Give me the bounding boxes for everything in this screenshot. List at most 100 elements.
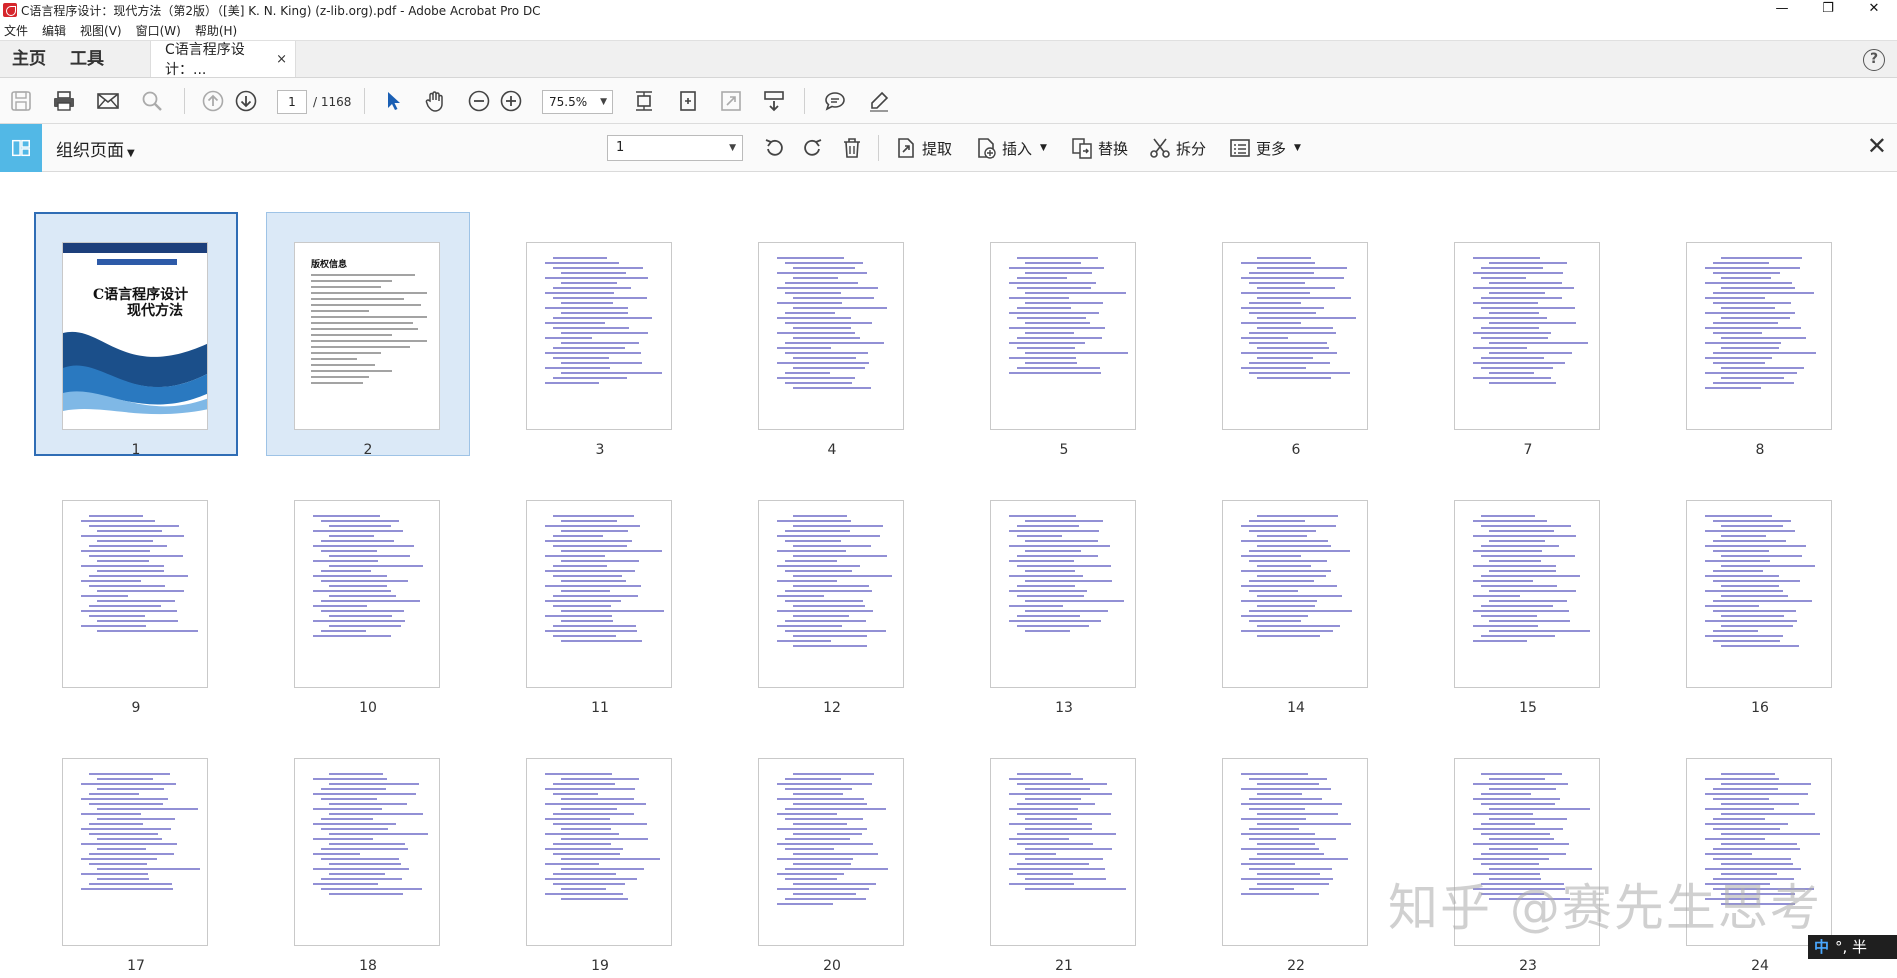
close-tab-icon[interactable]: × [276, 52, 287, 67]
rotate-left-icon[interactable] [762, 136, 790, 160]
page-thumbnails-grid: C语言程序设计 现代方法 1 版权信息 2 3 4 5 6 7 8 9 10 11 12 13 14 15 16 17… [0, 172, 1897, 978]
menu-window[interactable]: 窗口(W) [136, 22, 181, 39]
rotate-view-icon[interactable] [676, 89, 700, 113]
caret-down-icon: ▼ [1040, 143, 1047, 153]
caret-down-icon: ▼ [127, 148, 135, 159]
caret-down-icon: ▼ [1294, 143, 1301, 153]
ime-indicator[interactable]: 中 °, 半 [1808, 935, 1897, 959]
zoom-in-icon[interactable] [499, 89, 523, 113]
toc-text-lines [1473, 257, 1588, 387]
menu-file[interactable]: 文件 [4, 22, 28, 39]
page-preview [1222, 758, 1368, 946]
close-window-button[interactable]: ✕ [1851, 0, 1897, 20]
page-number-label: 24 [1751, 958, 1769, 974]
replace-button[interactable]: 替换 [1070, 136, 1128, 160]
toolbar-divider [364, 88, 365, 114]
scissors-icon [1150, 138, 1170, 158]
acrobat-logo-icon [3, 3, 17, 17]
save-icon[interactable] [9, 89, 33, 113]
comment-icon[interactable] [823, 89, 847, 113]
page-preview [1222, 242, 1368, 430]
page-number-label: 3 [595, 442, 605, 458]
chevron-down-icon: ▼ [600, 97, 607, 107]
menu-edit[interactable]: 编辑 [42, 22, 66, 39]
toolbar-divider [878, 135, 879, 161]
page-preview [990, 500, 1136, 688]
window-title: C语言程序设计：现代方法（第2版）（[美] K. N. King) (z-lib… [21, 3, 541, 18]
page-number-label: 15 [1519, 700, 1537, 716]
toolbar-divider [804, 88, 805, 114]
cover-wave-graphic [63, 331, 207, 415]
page-number-label: 1 [131, 442, 141, 458]
split-button[interactable]: 拆分 [1148, 136, 1206, 160]
page-number-label: 21 [1055, 958, 1073, 974]
delete-trash-icon[interactable] [840, 136, 868, 160]
page-number-input[interactable]: 1 [277, 90, 307, 114]
cover-series-bar [97, 259, 177, 265]
next-page-icon[interactable] [234, 89, 258, 113]
rotate-right-icon[interactable] [801, 136, 829, 160]
scroll-mode-icon[interactable] [762, 89, 786, 113]
extract-label: 提取 [922, 139, 953, 158]
page-preview [62, 500, 208, 688]
email-icon[interactable] [96, 89, 120, 113]
more-button[interactable]: 更多 ▼ [1228, 136, 1301, 160]
toc-text-lines [777, 515, 892, 650]
fit-page-icon[interactable] [632, 89, 656, 113]
maximize-button[interactable]: ❐ [1805, 0, 1851, 20]
copyright-heading: 版权信息 [311, 260, 348, 270]
highlight-pen-icon[interactable] [867, 89, 891, 113]
page-preview: 版权信息 [294, 242, 440, 430]
full-screen-icon[interactable] [719, 89, 743, 113]
tab-document[interactable]: C语言程序设计：... × [150, 41, 296, 78]
insert-label: 插入 [1002, 139, 1033, 158]
zoom-select[interactable]: 75.5% ▼ [542, 90, 613, 114]
menu-view[interactable]: 视图(V) [80, 22, 122, 39]
close-organize-icon[interactable]: ✕ [1867, 134, 1887, 158]
chevron-down-icon: ▼ [729, 143, 736, 153]
page-range-select[interactable]: 1 ▼ [607, 135, 743, 161]
page-preview [990, 758, 1136, 946]
toc-text-lines [1009, 257, 1129, 377]
extract-button[interactable]: 提取 [894, 136, 952, 160]
toc-text-lines [777, 773, 889, 908]
page-preview [526, 758, 672, 946]
page-number-label: 4 [827, 442, 837, 458]
page-number-label: 10 [359, 700, 377, 716]
toc-text-lines [1241, 515, 1353, 640]
select-cursor-icon[interactable] [381, 89, 405, 113]
toc-text-lines [81, 773, 201, 893]
print-icon[interactable] [52, 89, 76, 113]
window-controls: — ❐ ✕ [1759, 0, 1897, 20]
toc-text-lines [1705, 515, 1817, 650]
help-icon[interactable]: ? [1863, 49, 1885, 71]
minimize-button[interactable]: — [1759, 0, 1805, 20]
ime-mode: °, 半 [1835, 938, 1868, 956]
previous-page-icon[interactable] [201, 89, 225, 113]
organize-pages-icon[interactable] [0, 124, 42, 172]
toc-text-lines [545, 515, 665, 645]
page-number-label: 18 [359, 958, 377, 974]
menu-help[interactable]: 帮助(H) [195, 22, 237, 39]
toc-text-lines [1241, 257, 1356, 382]
page-number-label: 22 [1287, 958, 1305, 974]
insert-button[interactable]: 插入 ▼ [974, 136, 1047, 160]
toc-text-lines [545, 257, 662, 387]
page-preview [62, 758, 208, 946]
page-preview [1686, 500, 1832, 688]
hand-tool-icon[interactable] [423, 89, 447, 113]
page-number-label: 20 [823, 958, 841, 974]
zoom-out-icon[interactable] [467, 89, 491, 113]
search-icon[interactable] [140, 89, 164, 113]
toc-text-lines [1009, 773, 1126, 893]
tab-home[interactable]: 主页 [0, 41, 58, 77]
page-number-label: 7 [1523, 442, 1533, 458]
organize-pages-title[interactable]: 组织页面 ▼ [56, 136, 135, 161]
toc-text-lines [81, 515, 198, 635]
toc-text-lines [545, 773, 660, 903]
main-toolbar: 1 / 1168 75.5% ▼ [0, 78, 1897, 124]
tab-tools[interactable]: 工具 [58, 41, 116, 77]
page-preview [1222, 500, 1368, 688]
page-range-value: 1 [616, 140, 625, 155]
page-preview [758, 500, 904, 688]
